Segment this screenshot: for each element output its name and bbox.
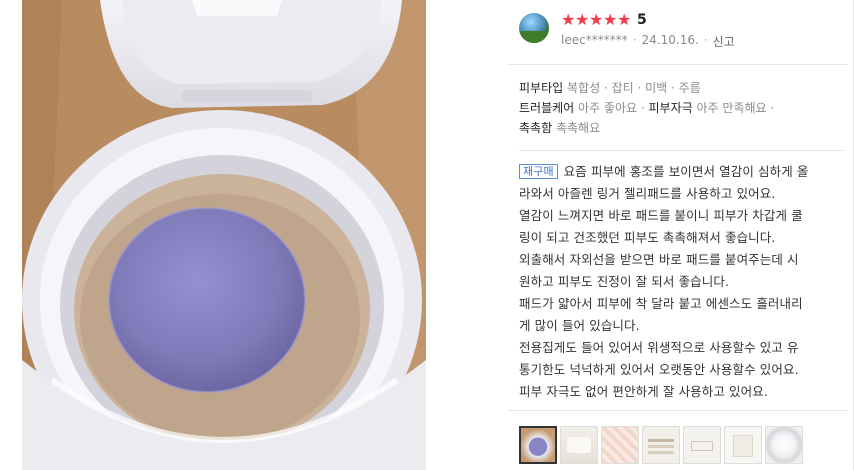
meta-separator: ·	[632, 33, 637, 47]
attr-irritation-value: 아주 만족해요 ·	[696, 101, 775, 115]
attr-trouble-value: 아주 좋아요 ·	[578, 101, 645, 115]
photo-thumbnail-4[interactable]	[642, 426, 680, 464]
review-attributes: 피부타입 복합성 · 잡티 · 미백 · 주름 트러블케어 아주 좋아요 · 피…	[519, 78, 774, 138]
review-line: 라와서 아즐렌 링거 젤리패드를 사용하고 있어요.	[519, 186, 776, 201]
rating-stars: ★ ★ ★ ★ ★ 5	[561, 11, 647, 29]
photo-thumbnail-7[interactable]	[765, 426, 803, 464]
review-line: 패드가 얇아서 피부에 착 달라 붙고 에센스도 흘러내리	[519, 296, 803, 311]
thumbnail-strip	[519, 426, 803, 464]
star-icon: ★	[589, 10, 604, 29]
review-line: 피부 자극도 없어 편안하게 잘 사용하고 있어요.	[519, 384, 768, 399]
review-line: 게 많이 들어 있습니다.	[519, 318, 640, 333]
photo-thumbnail-3[interactable]	[601, 426, 639, 464]
review-line: 원하고 피부도 진정이 잘 되서 좋습니다.	[519, 274, 730, 289]
review-date: 24.10.16.	[641, 33, 699, 47]
photo-thumbnail-2[interactable]	[560, 426, 598, 464]
review-line: 링이 되고 건조했던 피부도 촉촉해져서 좋습니다.	[519, 230, 776, 245]
attr-skin-type-value: 복합성 · 잡티 · 미백 · 주름	[567, 81, 701, 95]
star-icon: ★	[603, 10, 618, 29]
review-line: 전용집게도 들어 있어서 위생적으로 사용할수 있고 유	[519, 340, 799, 355]
divider	[519, 150, 845, 151]
attr-moisture-label: 촉촉함	[519, 121, 553, 135]
review-line: 통기한도 넉넉하게 있어서 오랫동안 사용할수 있어요.	[519, 362, 799, 377]
review-line: 열감이 느껴지면 바로 패드를 붙이니 피부가 차갑게 쿨	[519, 208, 803, 223]
review-line: 재구매 요즘 피부에 홍조를 보이면서 열감이 심하게 올	[519, 161, 827, 183]
star-icon: ★	[561, 10, 576, 29]
attribute-row: 피부타입 복합성 · 잡티 · 미백 · 주름	[519, 78, 774, 98]
attr-irritation-label: 피부자극	[648, 101, 693, 115]
rating-number: 5	[637, 12, 647, 28]
review-meta: leec******* · 24.10.16. · 신고	[561, 33, 735, 50]
user-avatar[interactable]	[519, 13, 549, 43]
attr-moisture-value: 촉촉해요	[555, 121, 601, 135]
review-panel: ★ ★ ★ ★ ★ 5 leec******* · 24.10.16. · 신고…	[508, 0, 854, 470]
repurchase-badge: 재구매	[519, 164, 558, 179]
star-icon: ★	[617, 10, 632, 29]
attr-trouble-label: 트러블케어	[519, 101, 575, 115]
star-icon: ★	[575, 10, 590, 29]
review-photo-large[interactable]	[22, 0, 426, 470]
review-line-text: 요즘 피부에 홍조를 보이면서 열감이 심하게 올	[563, 164, 809, 179]
photo-thumbnail-1[interactable]	[519, 426, 557, 464]
review-body: 재구매 요즘 피부에 홍조를 보이면서 열감이 심하게 올 라와서 아즐렌 링거 …	[519, 161, 827, 403]
photo-thumbnail-5[interactable]	[683, 426, 721, 464]
review-photo-viewer	[0, 0, 476, 470]
report-link[interactable]: 신고	[713, 33, 735, 50]
divider	[508, 410, 848, 411]
attr-skin-type-label: 피부타입	[519, 81, 564, 95]
reviewer-id: leec*******	[561, 33, 628, 47]
divider	[508, 64, 848, 65]
attribute-row: 트러블케어 아주 좋아요 · 피부자극 아주 만족해요 ·	[519, 98, 774, 118]
attribute-row: 촉촉함 촉촉해요	[519, 118, 774, 138]
review-line: 외출해서 자외선을 받으면 바로 패드를 붙여주는데 시	[519, 252, 799, 267]
photo-thumbnail-6[interactable]	[724, 426, 762, 464]
meta-separator: ·	[703, 33, 708, 47]
product-jar-photo	[22, 0, 426, 470]
